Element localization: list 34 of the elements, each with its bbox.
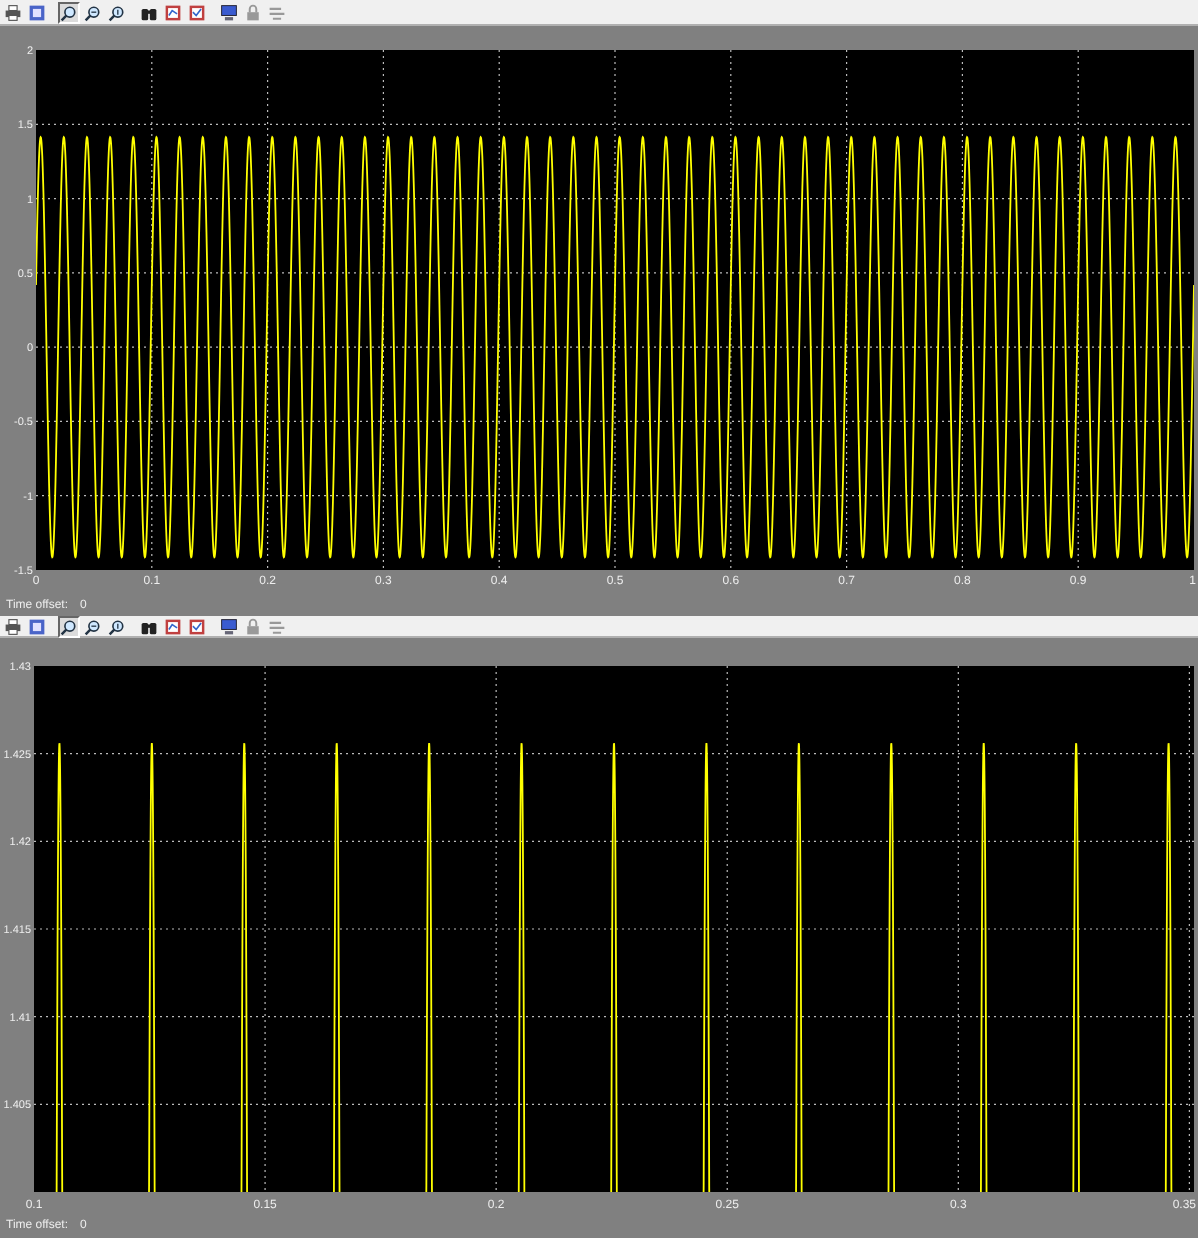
zoom-icon	[84, 3, 102, 21]
zoom-icon	[108, 617, 126, 635]
zoom-icon	[84, 617, 102, 635]
binoculars-icon	[140, 617, 158, 635]
axes-button[interactable]	[186, 615, 208, 637]
axes-button[interactable]	[162, 615, 184, 637]
zoom-button[interactable]	[58, 615, 80, 637]
zoom-button[interactable]	[82, 615, 104, 637]
lock-icon	[244, 617, 262, 635]
print-icon	[4, 617, 22, 635]
zoom-button[interactable]	[58, 1, 80, 23]
binoculars-icon	[140, 3, 158, 21]
zoom-button[interactable]	[106, 1, 128, 23]
signal-selector-icon	[268, 3, 286, 21]
print-button[interactable]	[2, 1, 24, 23]
axes-icon	[164, 617, 182, 635]
axes-icon	[188, 3, 206, 21]
zoom-icon	[60, 617, 78, 635]
monitor-button[interactable]	[218, 615, 240, 637]
print-icon	[4, 3, 22, 21]
axes-icon	[164, 3, 182, 21]
axes-button[interactable]	[186, 1, 208, 23]
zoom-button[interactable]	[82, 1, 104, 23]
monitor-icon	[220, 617, 238, 635]
axes-icon	[188, 617, 206, 635]
zoom-icon	[60, 3, 78, 21]
axes-button[interactable]	[162, 1, 184, 23]
monitor-button[interactable]	[218, 1, 240, 23]
print-button[interactable]	[2, 615, 24, 637]
zoom-icon	[108, 3, 126, 21]
zoom-button[interactable]	[106, 615, 128, 637]
lock-icon	[244, 3, 262, 21]
monitor-icon	[220, 3, 238, 21]
signal-selector-icon	[268, 617, 286, 635]
